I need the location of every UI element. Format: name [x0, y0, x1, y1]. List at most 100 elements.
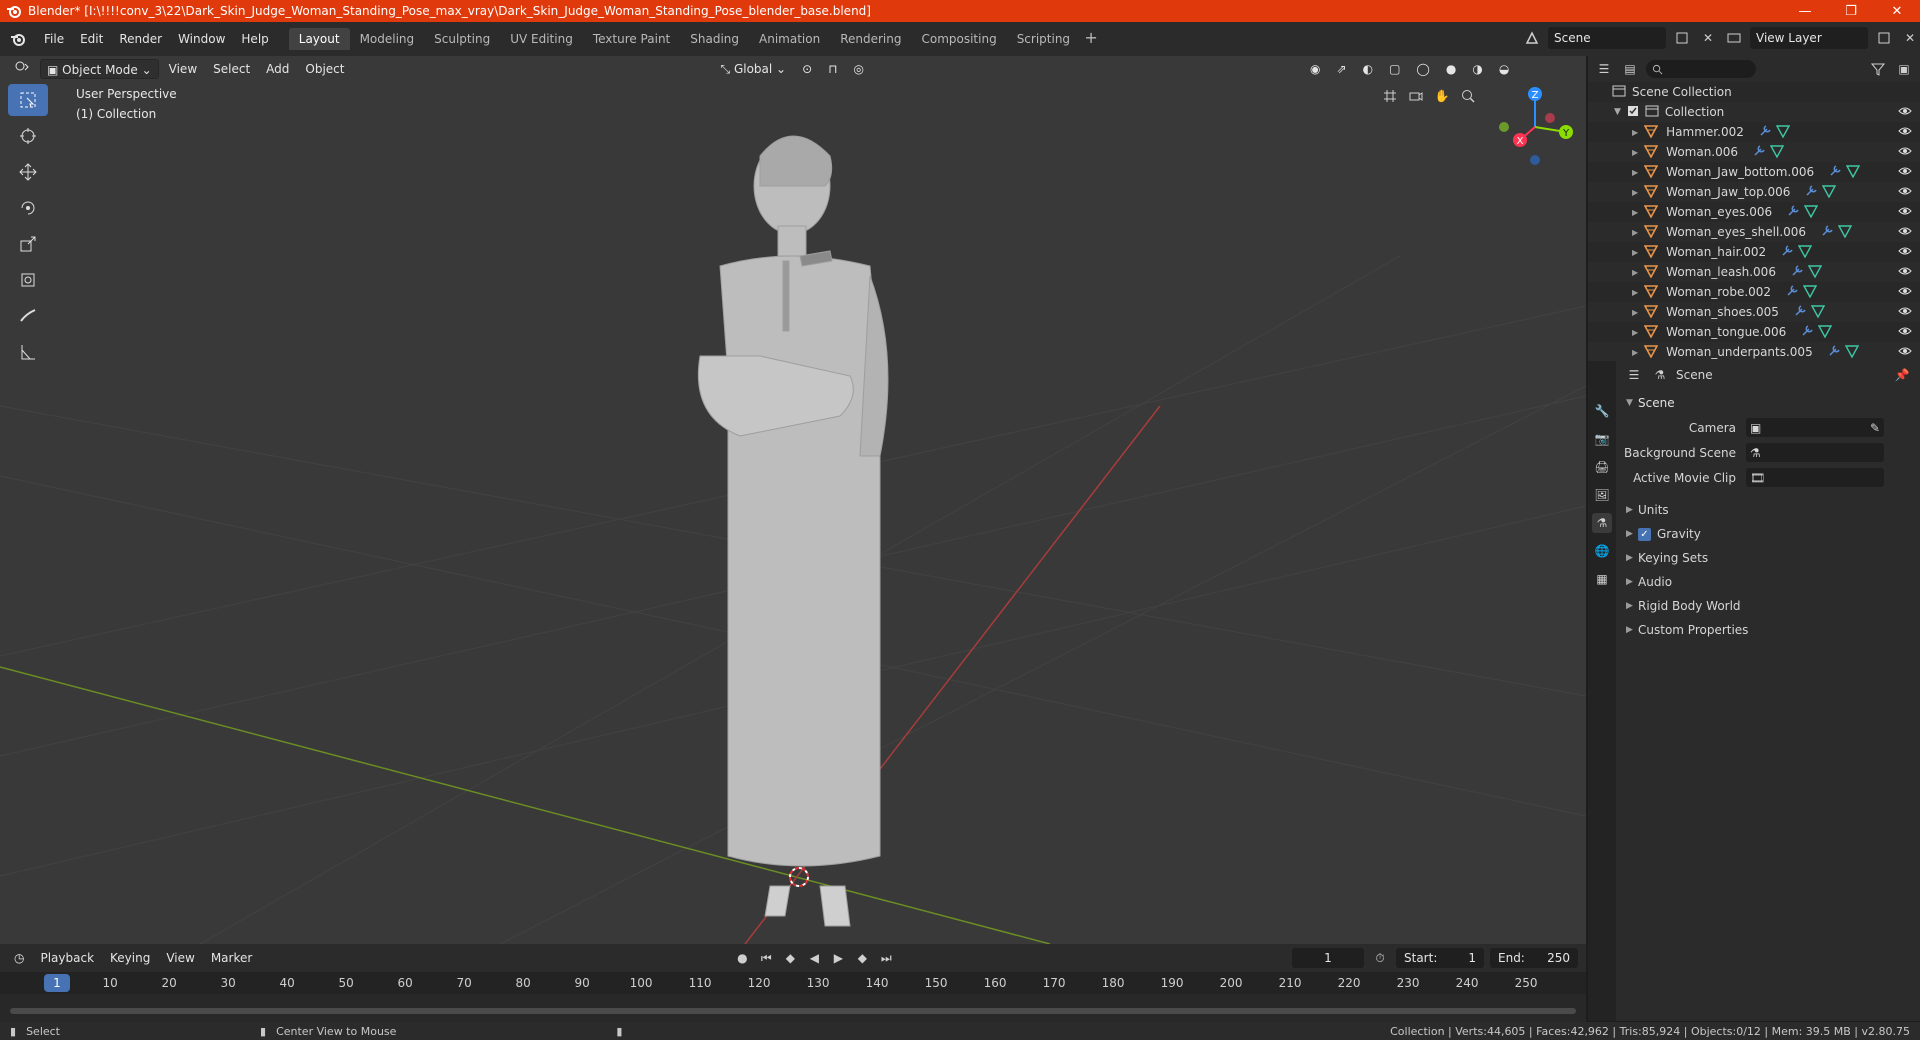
- tab-texture-paint[interactable]: Texture Paint: [583, 28, 680, 50]
- eye-icon[interactable]: [1898, 225, 1912, 240]
- tab-scripting[interactable]: Scripting: [1007, 28, 1080, 50]
- overlays-icon[interactable]: ◐: [1357, 59, 1379, 79]
- prev-keyframe-icon[interactable]: ◆: [780, 948, 800, 968]
- editor-type-icon[interactable]: [8, 59, 36, 79]
- mesh-data-icon[interactable]: [1769, 144, 1785, 161]
- filter-icon[interactable]: [1868, 59, 1888, 79]
- menu-help[interactable]: Help: [233, 28, 276, 50]
- expand-arrow-icon[interactable]: ▶: [1632, 208, 1638, 217]
- close-button[interactable]: ✕: [1874, 0, 1920, 22]
- play-reverse-icon[interactable]: ◀: [804, 948, 824, 968]
- expand-arrow-icon[interactable]: ▶: [1632, 288, 1638, 297]
- outliner-search-input[interactable]: [1646, 60, 1756, 78]
- 3d-viewport[interactable]: ▣ Object Mode ⌄ View Select Add Object ⤡…: [0, 56, 1586, 944]
- modifier-wrench-icon[interactable]: [1758, 124, 1772, 141]
- timeline-ruler[interactable]: 1 10 20 30 40 50 60 70 80 90 100 110 120 130 140 150 160…: [0, 972, 1586, 994]
- gizmo-neg-z[interactable]: [1530, 155, 1540, 165]
- include-checkbox[interactable]: [1627, 105, 1639, 120]
- output-tab-icon[interactable]: 🖨: [1592, 457, 1612, 477]
- xray-icon[interactable]: ▢: [1383, 59, 1406, 79]
- modifier-wrench-icon[interactable]: [1785, 284, 1799, 301]
- transform-tool-icon[interactable]: [8, 264, 48, 296]
- delete-scene-icon[interactable]: ✕: [1698, 28, 1718, 48]
- modifier-wrench-icon[interactable]: [1828, 164, 1842, 181]
- menu-playback[interactable]: Playback: [34, 948, 100, 968]
- expand-arrow-icon[interactable]: ▶: [1632, 168, 1638, 177]
- current-frame-field[interactable]: 1: [1292, 948, 1364, 968]
- annotate-tool-icon[interactable]: [8, 300, 48, 332]
- menu-marker[interactable]: Marker: [205, 948, 258, 968]
- menu-window[interactable]: Window: [170, 28, 233, 50]
- scene-collection-row[interactable]: Scene Collection: [1588, 82, 1920, 102]
- next-keyframe-icon[interactable]: ◆: [852, 948, 872, 968]
- outliner-object-row[interactable]: ▶ Woman_leash.006: [1588, 262, 1920, 282]
- start-frame-field[interactable]: Start: 1: [1396, 948, 1484, 968]
- modifier-wrench-icon[interactable]: [1804, 184, 1818, 201]
- grid-view-icon[interactable]: [1380, 86, 1400, 106]
- world-tab-icon[interactable]: 🌐: [1592, 541, 1612, 561]
- end-frame-field[interactable]: End: 250: [1490, 948, 1578, 968]
- timeline-editor-icon[interactable]: ◷: [8, 948, 30, 968]
- zoom-icon[interactable]: [1458, 86, 1478, 106]
- modifier-wrench-icon[interactable]: [1786, 204, 1800, 221]
- delete-view-layer-icon[interactable]: ✕: [1900, 28, 1920, 48]
- outliner-object-row[interactable]: ▶ Woman_robe.002: [1588, 282, 1920, 302]
- eye-icon[interactable]: [1898, 165, 1912, 180]
- menu-object[interactable]: Object: [299, 59, 350, 79]
- units-panel[interactable]: ▶ Units: [1616, 498, 1920, 522]
- mesh-data-icon[interactable]: [1818, 324, 1833, 341]
- mesh-data-icon[interactable]: [1845, 164, 1861, 181]
- expand-arrow-icon[interactable]: ▶: [1632, 268, 1638, 277]
- expand-arrow-icon[interactable]: ▶: [1632, 328, 1638, 337]
- mesh-data-icon[interactable]: [1807, 264, 1823, 281]
- tab-layout[interactable]: Layout: [288, 28, 350, 50]
- outliner-object-row[interactable]: ▶ Woman_Jaw_top.006: [1588, 182, 1920, 202]
- outliner-object-row[interactable]: ▶ Woman_hair.002: [1588, 242, 1920, 262]
- visibility-icon[interactable]: ◉: [1304, 59, 1326, 79]
- menu-keying[interactable]: Keying: [104, 948, 156, 968]
- add-workspace-button[interactable]: +: [1080, 28, 1102, 50]
- eye-icon[interactable]: [1898, 325, 1912, 340]
- eye-icon[interactable]: [1898, 205, 1912, 220]
- mode-selector[interactable]: ▣ Object Mode ⌄: [40, 59, 159, 79]
- custom-properties-panel[interactable]: ▶ Custom Properties: [1616, 618, 1920, 642]
- judge-woman-model[interactable]: [697, 135, 889, 927]
- modifier-wrench-icon[interactable]: [1752, 144, 1766, 161]
- view-layer-selector[interactable]: View Layer: [1750, 27, 1868, 49]
- menu-add[interactable]: Add: [260, 59, 295, 79]
- tool-tab-icon[interactable]: 🔧: [1592, 401, 1612, 421]
- keying-sets-panel[interactable]: ▶ Keying Sets: [1616, 546, 1920, 570]
- outliner-object-row[interactable]: ▶ Hammer.002: [1588, 122, 1920, 142]
- texture-tab-icon[interactable]: ▦: [1592, 569, 1612, 589]
- record-icon[interactable]: ●: [732, 948, 752, 968]
- camera-field[interactable]: ▣ ✎: [1746, 418, 1884, 437]
- menu-select[interactable]: Select: [207, 59, 256, 79]
- eye-icon[interactable]: [1898, 265, 1912, 280]
- stopwatch-icon[interactable]: ⏱: [1370, 948, 1390, 968]
- menu-file[interactable]: File: [36, 28, 72, 50]
- eye-icon[interactable]: [1898, 125, 1912, 140]
- menu-view[interactable]: View: [163, 59, 203, 79]
- modifier-wrench-icon[interactable]: [1790, 264, 1804, 281]
- new-scene-icon[interactable]: [1672, 28, 1692, 48]
- outliner-object-row[interactable]: ▶ Woman_eyes.006: [1588, 202, 1920, 222]
- menu-timeline-view[interactable]: View: [160, 948, 200, 968]
- tab-uv-editing[interactable]: UV Editing: [500, 28, 583, 50]
- outliner-editor-icon[interactable]: ☰: [1594, 59, 1614, 79]
- timeline-scrollbar[interactable]: [10, 1008, 1576, 1014]
- transform-orientation-selector[interactable]: ⤡ Global ⌄: [715, 59, 793, 79]
- modifier-wrench-icon[interactable]: [1800, 324, 1814, 341]
- outliner-object-row[interactable]: ▶ Woman_eyes_shell.006: [1588, 222, 1920, 242]
- display-mode-icon[interactable]: ▤: [1620, 59, 1640, 79]
- properties-editor-icon[interactable]: ☰: [1624, 365, 1644, 385]
- mesh-data-icon[interactable]: [1797, 244, 1813, 261]
- active-movie-clip-field[interactable]: 🎞: [1746, 468, 1884, 487]
- tab-shading[interactable]: Shading: [680, 28, 749, 50]
- gizmo-neg-y[interactable]: [1499, 122, 1509, 132]
- scene-icon[interactable]: [1522, 28, 1542, 48]
- mesh-data-icon[interactable]: [1803, 204, 1819, 221]
- mesh-data-icon[interactable]: [1775, 124, 1791, 141]
- modifier-wrench-icon[interactable]: [1780, 244, 1794, 261]
- measure-tool-icon[interactable]: [8, 336, 48, 368]
- mesh-data-icon[interactable]: [1822, 184, 1837, 201]
